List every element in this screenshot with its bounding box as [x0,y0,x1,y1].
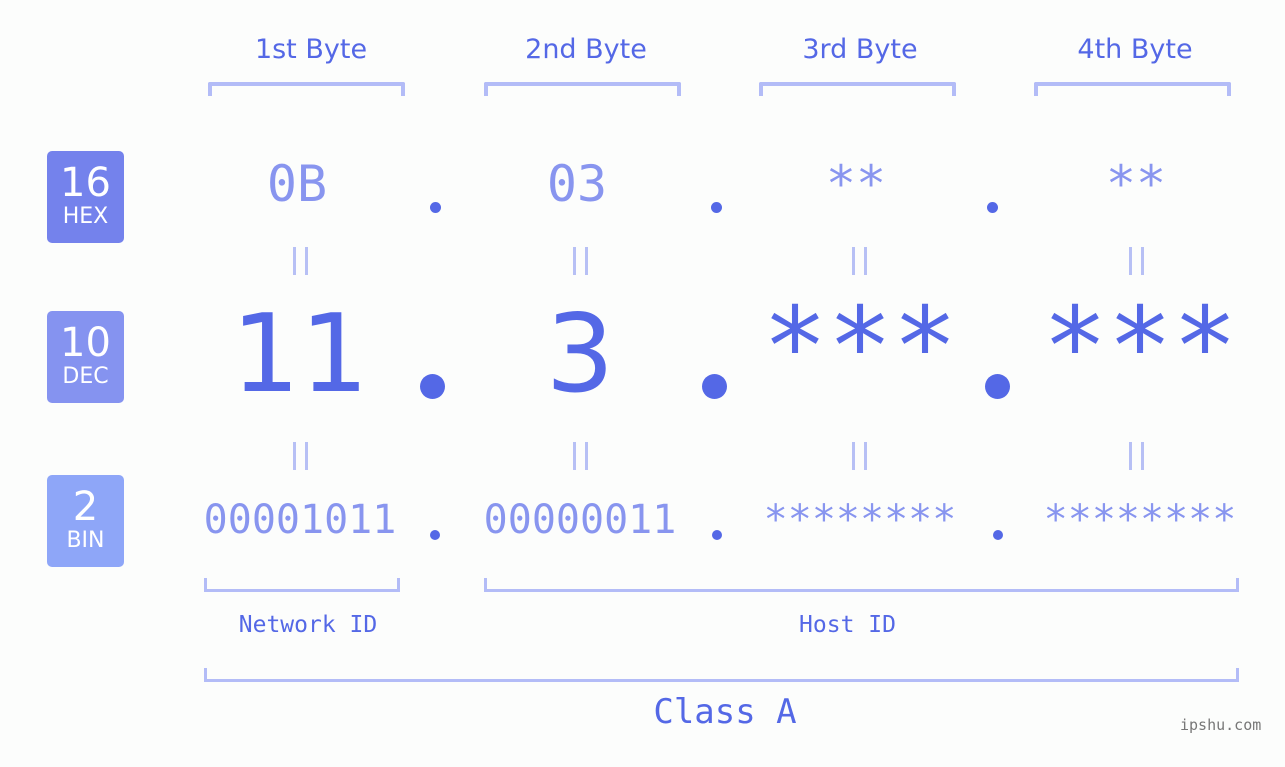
byte-header-4: 4th Byte [1077,34,1193,65]
host-id-bracket [484,578,1239,592]
bin-badge: 2 BIN [47,475,124,567]
network-id-bracket [204,578,400,592]
network-id-label: Network ID [238,612,378,638]
hex-byte-2: 03 [546,155,608,213]
byte-bracket-3 [759,82,956,96]
dec-byte-1: 11 [231,292,369,417]
byte-header-2: 2nd Byte [525,34,647,65]
hex-badge: 16 HEX [47,151,124,243]
equals-icon [1129,247,1144,275]
host-id-label: Host ID [799,612,896,638]
bin-byte-4: ******** [1043,497,1237,543]
byte-bracket-4 [1034,82,1231,96]
bin-badge-label: BIN [66,528,105,553]
dec-dot-1 [420,374,445,399]
hex-byte-4: ** [1105,155,1167,213]
bin-dot-3 [993,530,1003,540]
equals-icon [293,442,308,470]
equals-icon [573,247,588,275]
bin-byte-2: 00000011 [483,497,677,543]
hex-badge-label: HEX [62,204,109,229]
bin-byte-1: 00001011 [203,497,397,543]
bin-dot-2 [712,530,722,540]
bin-badge-base: 2 [72,484,99,530]
class-label: Class A [653,692,797,732]
dec-byte-2: 3 [545,292,615,417]
dec-byte-3: *** [762,285,958,410]
byte-header-3: 3rd Byte [802,34,918,65]
dec-badge-base: 10 [60,320,111,366]
equals-icon [852,247,867,275]
bin-dot-1 [430,530,440,540]
hex-dot-3 [987,202,998,213]
byte-header-1: 1st Byte [254,34,368,65]
hex-dot-1 [430,202,441,213]
class-bracket [204,668,1239,682]
watermark: ipshu.com [1180,716,1262,734]
hex-byte-1: 0B [266,155,328,213]
byte-bracket-2 [484,82,681,96]
dec-badge-label: DEC [62,364,109,389]
dec-byte-4: *** [1042,285,1238,410]
equals-icon [1129,442,1144,470]
bin-byte-3: ******** [763,497,957,543]
dec-dot-3 [985,374,1010,399]
dec-dot-2 [702,374,727,399]
equals-icon [293,247,308,275]
hex-dot-2 [711,202,722,213]
equals-icon [852,442,867,470]
hex-byte-3: ** [825,155,887,213]
equals-icon [573,442,588,470]
hex-badge-base: 16 [60,160,111,206]
dec-badge: 10 DEC [47,311,124,403]
byte-bracket-1 [208,82,405,96]
